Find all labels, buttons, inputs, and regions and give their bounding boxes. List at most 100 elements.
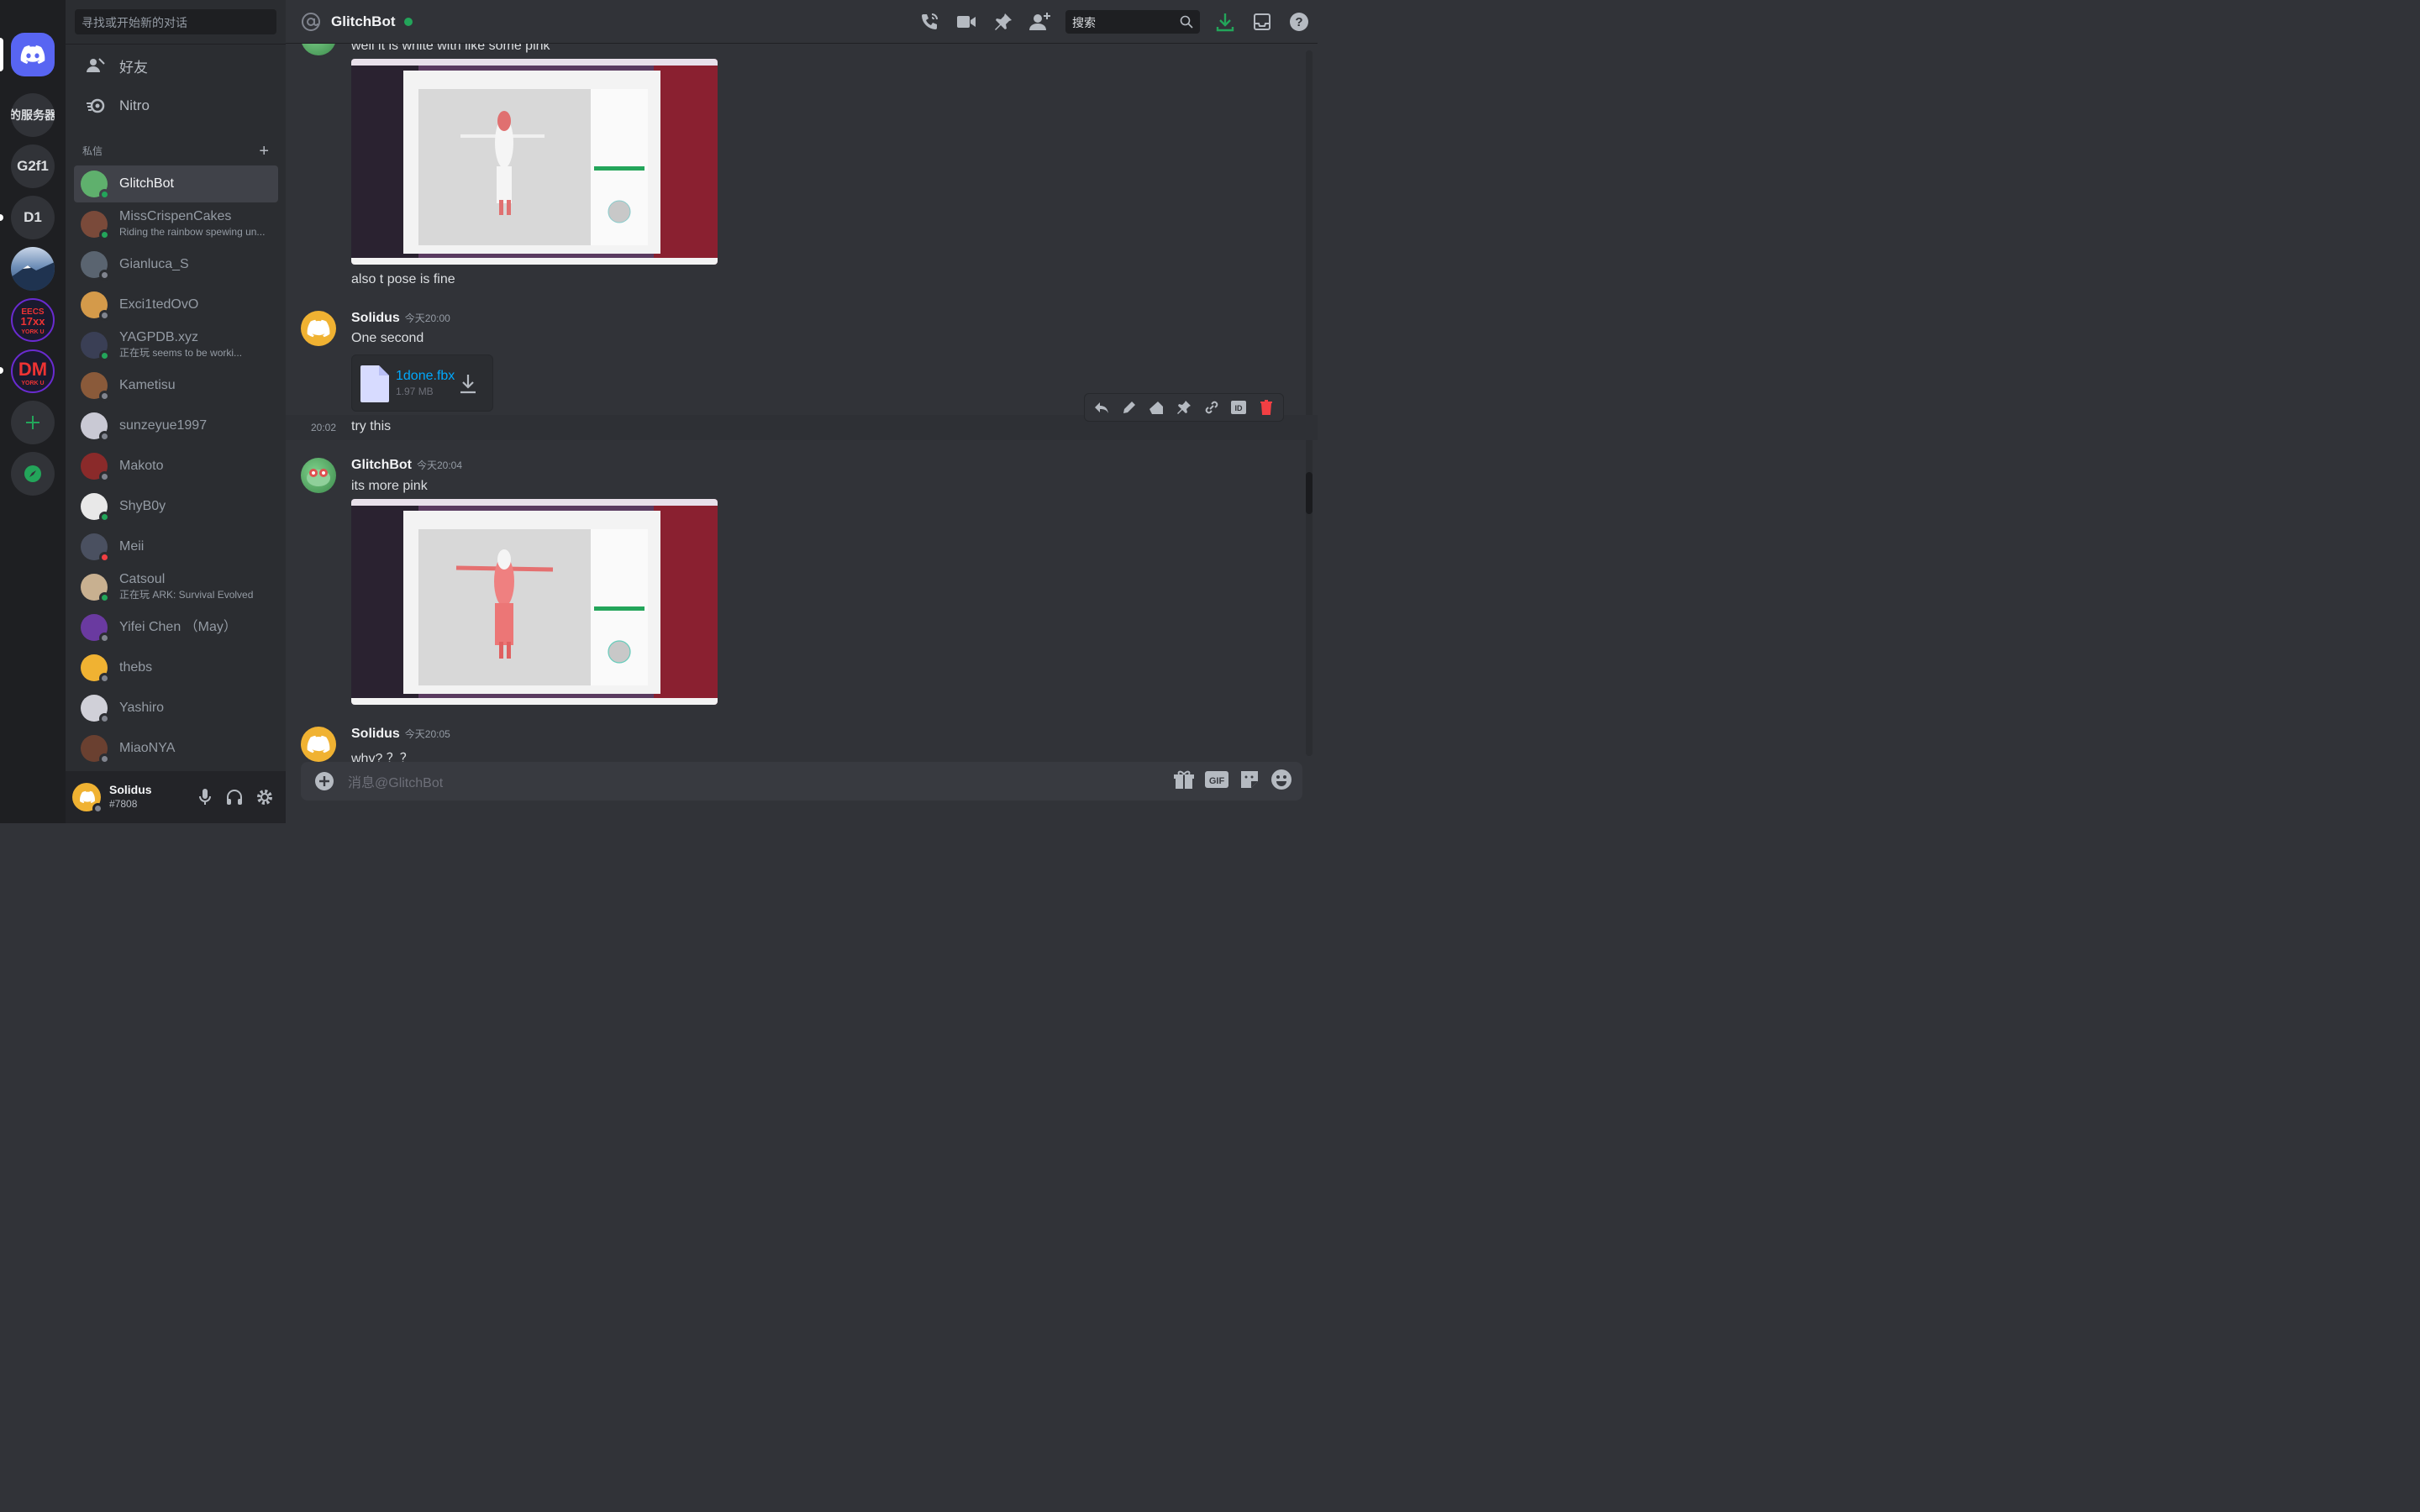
image-attachment[interactable]: [351, 59, 718, 265]
server-icon[interactable]: 的服务器: [11, 93, 55, 137]
message-avatar[interactable]: [301, 311, 336, 346]
help-button[interactable]: ?: [1281, 0, 1318, 44]
avatar: [81, 533, 110, 563]
headphones-icon[interactable]: [225, 788, 244, 806]
copy-id-icon[interactable]: ID: [1230, 399, 1247, 416]
file-size: 1.97 MB: [396, 386, 434, 397]
dm-list-item[interactable]: Catsoul 正在玩 ARK: Survival Evolved: [74, 569, 278, 606]
file-document-icon: [360, 365, 389, 402]
status-indicator: [99, 350, 110, 361]
dm-name: Meii: [119, 539, 145, 554]
selected-indicator: [0, 38, 3, 71]
dm-list-item[interactable]: sunzeyue1997: [74, 407, 278, 444]
settings-gear-icon[interactable]: [255, 788, 274, 806]
inbox-button[interactable]: [1244, 0, 1281, 44]
scrollbar-track[interactable]: [1306, 50, 1313, 756]
dm-name: Kametisu: [119, 378, 176, 392]
username: Solidus: [109, 783, 152, 796]
dm-list-item[interactable]: Kametisu: [74, 367, 278, 404]
message-author[interactable]: Solidus 今天20:05: [351, 727, 450, 742]
start-video-call-button[interactable]: [948, 0, 985, 44]
avatar: [81, 574, 110, 603]
dm-list-item[interactable]: Yashiro: [74, 690, 278, 727]
message-avatar[interactable]: [301, 44, 336, 55]
svg-text:17xx: 17xx: [21, 315, 46, 328]
start-voice-call-button[interactable]: [911, 0, 948, 44]
gift-icon[interactable]: [1173, 769, 1195, 790]
delete-trash-icon[interactable]: [1258, 399, 1275, 416]
message-content: its more pink: [351, 479, 428, 493]
search-input[interactable]: 搜索: [1065, 10, 1200, 34]
copy-link-icon[interactable]: [1203, 399, 1220, 416]
discord-home-button[interactable]: [11, 33, 55, 76]
message-content: One second: [351, 331, 424, 345]
message-avatar[interactable]: [301, 727, 336, 762]
dm-list-item[interactable]: Makoto: [74, 448, 278, 485]
help-question-icon: ?: [1290, 13, 1308, 31]
dm-name: sunzeyue1997: [119, 418, 208, 433]
message-input[interactable]: 消息@GlitchBot: [348, 771, 443, 791]
server-icon[interactable]: D1: [11, 196, 55, 239]
dm-list-item[interactable]: Meii: [74, 528, 278, 565]
status-indicator: [99, 673, 110, 684]
dm-name: MissCrispenCakes: [119, 209, 232, 223]
forward-icon[interactable]: [1148, 399, 1165, 416]
sticker-icon[interactable]: [1239, 769, 1260, 790]
file-name-link[interactable]: 1done.fbx: [396, 369, 455, 384]
dm-name: MiaoNYA: [119, 741, 176, 755]
status-indicator: [99, 270, 110, 281]
add-attachment-plus-icon[interactable]: [314, 771, 334, 791]
avatar: [81, 453, 110, 482]
message-avatar[interactable]: [301, 458, 336, 493]
add-friends-to-dm-button[interactable]: [1022, 0, 1059, 44]
emoji-smile-icon[interactable]: [1270, 769, 1292, 790]
status-indicator: [99, 592, 110, 603]
dm-list-item[interactable]: MissCrispenCakes Riding the rainbow spewi…: [74, 206, 278, 243]
video-camera-icon: [957, 16, 976, 28]
image-attachment[interactable]: [351, 499, 718, 705]
add-server-button[interactable]: [11, 401, 55, 444]
status-indicator: [99, 713, 110, 724]
message-author[interactable]: Solidus 今天20:00: [351, 311, 450, 326]
dm-list-item[interactable]: GlitchBot: [74, 165, 278, 202]
message-composer[interactable]: 消息@GlitchBot GIF: [301, 762, 1302, 801]
mountain-image-icon: [11, 262, 55, 291]
gif-icon[interactable]: GIF: [1205, 770, 1228, 789]
dm-activity-status: 正在玩 ARK: Survival Evolved: [119, 589, 254, 601]
unread-indicator: [0, 367, 3, 374]
avatar: [81, 735, 110, 764]
dm-list-item[interactable]: ShyB0y: [74, 488, 278, 525]
scrollbar-thumb[interactable]: [1306, 472, 1313, 514]
find-conversation-search[interactable]: 寻找或开始新的对话: [75, 9, 276, 34]
nitro-nav-item[interactable]: Nitro: [74, 88, 278, 123]
dm-list-item[interactable]: MiaoNYA: [74, 730, 278, 767]
server-icon-dm[interactable]: DM YORK U: [11, 349, 55, 393]
dm-list-item[interactable]: Exci1tedOvO: [74, 286, 278, 323]
dm-name: YAGPDB.xyz: [119, 330, 198, 344]
server-icon-eecs[interactable]: EECS 17xx YORK U: [11, 298, 55, 342]
avatar: [81, 493, 110, 522]
avatar: [81, 654, 110, 684]
microphone-icon[interactable]: [197, 788, 213, 806]
server-icon-mountain[interactable]: [11, 247, 55, 291]
download-apps-button[interactable]: [1207, 0, 1244, 44]
eecs-logo-icon: EECS 17xx YORK U: [21, 307, 46, 335]
dm-list-item[interactable]: YAGPDB.xyz 正在玩 seems to be worki...: [74, 327, 278, 364]
message-author[interactable]: GlitchBot 今天20:04: [351, 458, 462, 473]
explore-servers-button[interactable]: [11, 452, 55, 496]
pin-message-icon[interactable]: [1176, 399, 1192, 416]
online-status-dot: [403, 17, 413, 26]
edit-pencil-icon[interactable]: [1121, 399, 1138, 416]
status-indicator: [99, 552, 110, 563]
pinned-messages-button[interactable]: [985, 0, 1022, 44]
dm-list-item[interactable]: Gianluca_S: [74, 246, 278, 283]
pin-icon: [995, 13, 1012, 30]
dm-list-item[interactable]: thebs: [74, 649, 278, 686]
create-dm-plus-icon[interactable]: +: [259, 143, 269, 160]
reply-icon[interactable]: [1093, 399, 1110, 416]
download-file-icon[interactable]: [459, 374, 477, 394]
server-icon[interactable]: G2f1: [11, 144, 55, 188]
dm-list-item[interactable]: Yifei Chen （May）: [74, 609, 278, 646]
user-avatar[interactable]: [72, 783, 103, 814]
friends-nav-item[interactable]: 好友: [74, 48, 278, 83]
